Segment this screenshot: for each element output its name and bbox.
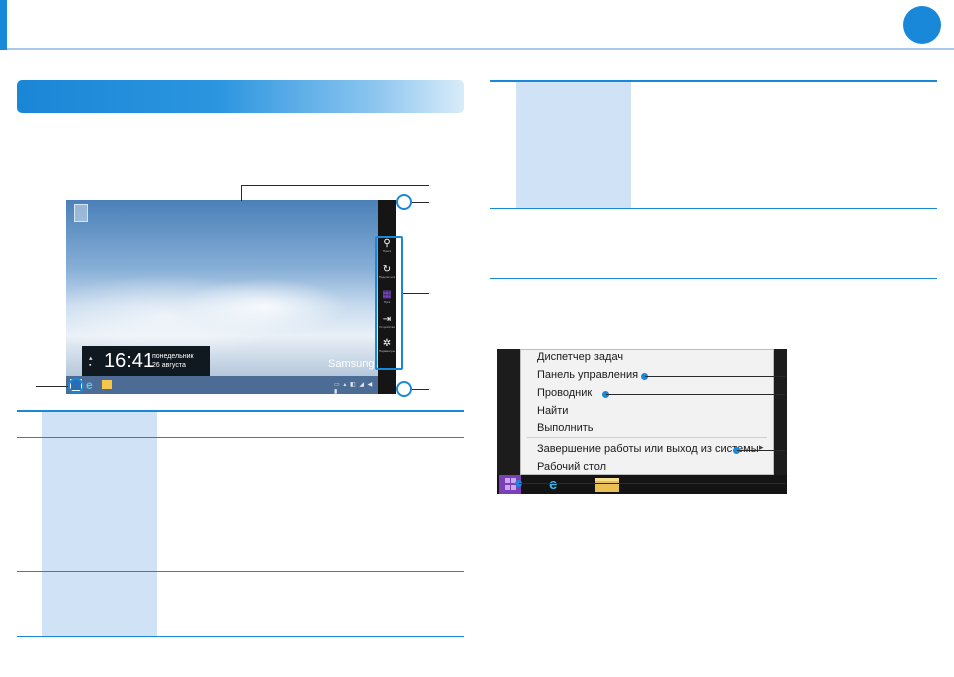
menu-item-task-manager[interactable]: Диспетчер задач xyxy=(537,351,623,363)
callout-leader xyxy=(403,293,429,294)
menu-item-file-explorer[interactable]: Проводник xyxy=(537,387,592,399)
charms-highlight-frame xyxy=(375,236,403,370)
clock-date: 26 августа xyxy=(152,362,186,369)
internet-explorer-icon[interactable]: e xyxy=(86,378,93,392)
file-explorer-icon[interactable] xyxy=(102,380,112,389)
taskbar: e xyxy=(497,475,787,494)
internet-explorer-icon[interactable]: e xyxy=(549,476,557,493)
callout-leader xyxy=(645,376,785,377)
menu-item-run[interactable]: Выполнить xyxy=(537,422,593,434)
recycle-bin-icon xyxy=(74,204,88,222)
callout-leader xyxy=(36,386,68,387)
table-label-column xyxy=(42,412,157,636)
start-context-menu: Диспетчер задач Панель управления Провод… xyxy=(520,349,774,475)
table-label-cell xyxy=(516,82,631,208)
page: ▴ ▪ 16:41 понедельник 26 августа Samsung … xyxy=(0,0,954,677)
table-row-divider xyxy=(17,571,464,572)
page-number-badge xyxy=(903,6,941,44)
hot-corner-bottom-right-marker xyxy=(396,381,412,397)
menu-separator xyxy=(527,437,767,438)
menu-item-control-panel[interactable]: Панель управления xyxy=(537,369,638,381)
callout-leader xyxy=(606,394,785,395)
header-accent-bar xyxy=(0,0,7,50)
clock-day: понедельник xyxy=(152,353,194,360)
clock-time: 16:41 xyxy=(104,350,155,372)
desktop-screenshot: ▴ ▪ 16:41 понедельник 26 августа Samsung … xyxy=(66,200,396,394)
menu-item-desktop[interactable]: Рабочий стол xyxy=(537,461,606,473)
table-row-divider xyxy=(17,437,464,438)
file-explorer-icon[interactable] xyxy=(595,478,619,492)
submenu-arrow-icon: ▸ xyxy=(759,442,764,452)
system-tray[interactable]: ▭ ▴ ◧ ◢ ◀ ▮ xyxy=(334,381,378,394)
header-rule xyxy=(7,48,954,50)
table-bottom-rule xyxy=(17,636,464,637)
callout-leader xyxy=(737,450,785,451)
menu-item-search[interactable]: Найти xyxy=(537,405,568,417)
start-corner-marker xyxy=(68,378,84,394)
table-bottom-rule xyxy=(490,278,937,279)
section-banner xyxy=(17,80,464,113)
table-row-divider xyxy=(490,208,937,209)
callout-leader xyxy=(412,389,429,390)
callout-leader xyxy=(241,185,429,186)
lock-clock-panel: ▴ ▪ 16:41 понедельник 26 августа xyxy=(82,346,210,379)
hot-corner-top-right-marker xyxy=(396,194,412,210)
callout-leader xyxy=(519,483,785,484)
menu-item-shutdown[interactable]: Завершение работы или выход из системы xyxy=(537,443,759,455)
callout-leader xyxy=(241,185,242,201)
taskbar: e ▭ ▴ ◧ ◢ ◀ ▮ xyxy=(66,376,378,394)
callout-leader xyxy=(412,202,429,203)
network-status-icon: ▴ ▪ xyxy=(89,355,93,369)
